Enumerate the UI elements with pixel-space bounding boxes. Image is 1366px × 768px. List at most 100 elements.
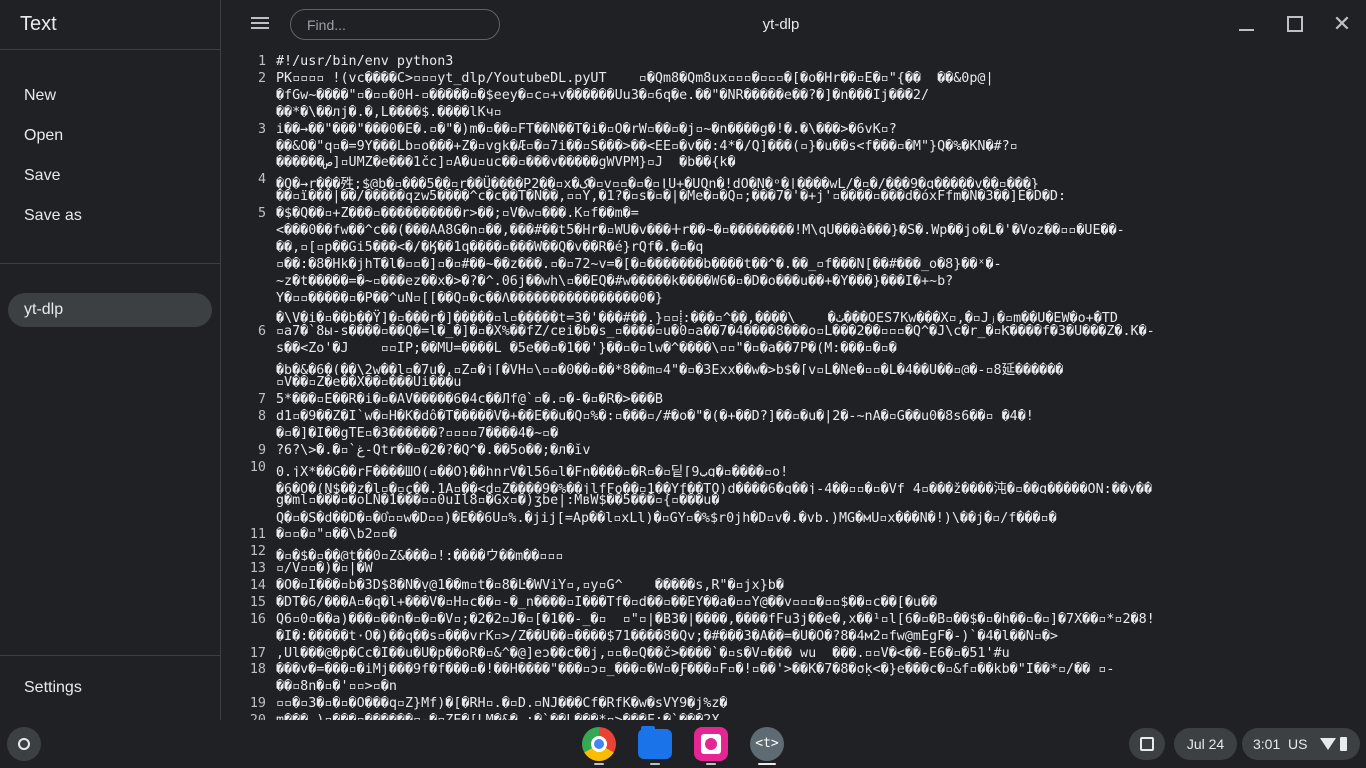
editor-line[interactable]: 6 ▫a7�`8ы-s����▫��Q�=l�_�]�▫�X%��fZ/cɐi�b… [222, 324, 1366, 341]
line-text[interactable]: <���0��fw��^c��(���ÁA8G�n▫��,���#��t5�Hr… [276, 223, 1362, 238]
editor-line[interactable]: Q�▫�S�d��D�▫�0͛▫▫w�D▫▫)�E��6U▫%.�jij[=Ap… [222, 510, 1366, 527]
editor-line[interactable]: 5 �$�Q��▫+Z���▫����������r>��;▫V�w▫���.K▫… [222, 206, 1366, 223]
editor-line[interactable]: g�ml▫���▫�oLN�1���▫▫0uIl8▫�Gx▫�)ʒbe|:MвW… [222, 493, 1366, 510]
line-text[interactable]: �fGw~����"▫�▫▫�0H-▫�����▫�$eey�▫c▫+v����… [276, 88, 1362, 103]
maximize-icon[interactable] [1283, 12, 1307, 36]
line-text[interactable]: ��,▫[▫p��Gi5���<�/�Ӄ��1q����▫���W��Q�v��… [276, 240, 1362, 255]
editor-line[interactable]: 2 PK▫▫▫▫ !(vc����C>▫▫▫yt_dlp/YoutubeDL.py… [222, 71, 1366, 88]
files-icon[interactable] [638, 726, 672, 759]
editor-line[interactable]: �\V�i�▫��b��Ÿ]�▫���r�]�����▫l▫�����t=3�'… [222, 308, 1366, 325]
line-text[interactable]: ��▫8n�▫�'▫▫>▫�n [276, 679, 1362, 694]
line-text[interactable]: 5*���▫E��R�i�▫�AV�����6�4c��Лf@`▫�.▫�-�▫… [276, 392, 1362, 407]
editor-line[interactable]: 11 �▫▫�▫"▫��\b2▫▫� [222, 527, 1366, 544]
line-text[interactable]: i��→��"���"���0�E�.▫�"�)m�▫��▫FT��N��T�i… [276, 122, 1362, 137]
open-file-item[interactable]: yt-dlp [8, 293, 212, 327]
line-text[interactable]: ?6?\>�.�▫`غ-Qtr��▫�2�?�Q^�.��5o��;�л�ĭv [276, 443, 1362, 458]
editor-line[interactable]: ��▫8n�▫�'▫▫>▫�n [222, 679, 1366, 696]
line-text[interactable]: �DT�6/���A▫�q�l+���V�▫H▫c��▫-�_n����▫I��… [276, 595, 1362, 610]
line-text[interactable]: ,Ul���@�p�Cc�I��u�U�p��oR�▫&^�@]eɔ��c��j… [276, 646, 1362, 661]
line-text[interactable]: Q�▫�S�d��D�▫�0͛▫▫w�D▫▫)�E��6U▫%.�jij[=Ap… [276, 510, 1362, 526]
line-text[interactable]: �O�▫I���▫b�3D$8�N̆�ṿ@1��m▫t�▫8�Ŀ�WViY▫,▫… [276, 578, 1362, 593]
editor-line[interactable]: 3 i��→��"���"���0�E�.▫�"�)m�▫��▫FT��N��T�… [222, 122, 1366, 139]
line-text[interactable]: ▫��:�8�Hk�jhT�l�▫▫�]▫�▫#��~��z���.▫�▫72~… [276, 257, 1362, 272]
editor-line[interactable]: ▫V��▫Z�e��X��▫���Ui���u [222, 375, 1366, 392]
line-text[interactable]: Q6▫0▫��a)���▫��n�▫�▫�V▫;�2�2▫J�▫[�1��-_�… [276, 612, 1362, 627]
editor-line[interactable]: 16 Q6▫0▫��a)���▫��n�▫�▫�V▫;�2�2▫J�▫[�1��-… [222, 612, 1366, 629]
line-text[interactable]: �Ï�:�����t·O�)��q��s▫���vrK▫>/Z��U��▫���… [276, 629, 1362, 644]
menu-settings[interactable]: Settings [24, 679, 82, 697]
line-text[interactable]: �$�Q��▫+Z���▫����������r>��;▫V�w▫���.K▫f… [276, 206, 1362, 221]
line-text[interactable]: �\V�i�▫��b��Ÿ]�▫���r�]�����▫l▫�����t=3�'… [276, 308, 1362, 325]
line-text[interactable]: �b�&�6�(��\2w��l▫�7u�,▫Z▫�j[�VH▫\▫▫�0��▫… [276, 358, 1362, 375]
editor-line[interactable]: ��,▫[▫p��Gi5���<�/�Ӄ��1q����▫���W��Q�v��… [222, 240, 1366, 257]
line-text[interactable]: PK▫▫▫▫ !(vc����C>▫▫▫yt_dlp/YoutubeDL.pyU… [276, 71, 1362, 86]
editor-line[interactable]: s��<Zo'�J ▫▫IP;��MU=����L �5e��▫�1��'}��… [222, 341, 1366, 358]
line-text[interactable]: �▫�$�▫��@t��0▫Z&���▫!:����ウ��m��▫▫▫ [276, 544, 1362, 561]
editor-line[interactable]: �fGw~����"▫�▫▫�0H-▫�����▫�$eey�▫c▫+v����… [222, 88, 1366, 105]
line-text[interactable]: �Q�→r���殅;$@b�▫���5��▫r��Ü����P2��▫x�ک�▫… [276, 172, 1362, 189]
editor-line[interactable]: 18 ���v�=���▫�iMj���9f�f���▫�!��H����"���… [222, 662, 1366, 679]
line-text[interactable]: m���.)▫���▫������▫-�▫ZE�[LM�&�.;�`��L���… [276, 713, 1362, 720]
date-display[interactable]: Jul 24 [1174, 728, 1237, 760]
menu-save[interactable]: Save [24, 167, 60, 185]
line-text[interactable]: Y�▫▫�����▫�P��^uN▫[[��Q▫�c��Λ�����������… [276, 291, 1362, 306]
menu-save-as[interactable]: Save as [24, 207, 82, 225]
line-text[interactable]: ��&O�"q▫�=9Y���Lb▫o���+Z�▫vgk�Æ▫�▫7i��▫S… [276, 139, 1362, 154]
line-text[interactable]: ▫▫�▫3�▫�▫�O���q▫Z}Mf)�[�RH▫.�▫D.▫NJ���Cf… [276, 696, 1362, 711]
line-text[interactable]: ��▫ï���|��/�����qzw5����^c�c��T�N��,▫▫Ÿ,… [276, 189, 1362, 204]
editor-line[interactable]: 20 m���.)▫���▫������▫-�▫ZE�[LM�&�.;�`��L�… [222, 713, 1366, 720]
editor-line[interactable]: 15 �DT�6/���A▫�q�l+���V�▫H▫c��▫-�_n����▫I… [222, 595, 1366, 612]
line-text[interactable]: s��<Zo'�J ▫▫IP;��MU=����L �5e��▫�1��'}��… [276, 341, 1362, 356]
line-text[interactable]: d1▫�9��Z�I`w�▫H�K�dô�T�����V�+��E��u�Q▫%… [276, 409, 1362, 424]
editor-line[interactable]: ��▫ï���|��/�����qzw5����^c�c��T�N��,▫▫Ÿ,… [222, 189, 1366, 206]
editor-line[interactable]: 12 �▫�$�▫��@t��0▫Z&���▫!:����ウ��m��▫▫▫ [222, 544, 1366, 561]
editor-line[interactable]: 13 ▫/V▫▫�)�▫|�W [222, 561, 1366, 578]
editor-line[interactable]: 14 �O�▫I���▫b�3D$8�N̆�ṿ@1��m▫t�▫8�Ŀ�WViY▫… [222, 578, 1366, 595]
editor-line[interactable]: 1 #!/usr/bin/env python3 [222, 54, 1366, 71]
editor-line[interactable]: ~z�t�����=�~▫���ez��x�>�?�^.06j��wh\▫��E… [222, 274, 1366, 291]
editor-line[interactable]: 9 ?6?\>�.�▫`غ-Qtr��▫�2�?�Q^�.��5o��;�л�ĭv [222, 443, 1366, 460]
launcher-icon[interactable] [7, 727, 41, 761]
editor-line[interactable]: 7 5*���▫E��R�i�▫�AV�����6�4c��Лf@`▫�.▫�-�… [222, 392, 1366, 409]
close-icon[interactable]: ✕ [1330, 12, 1354, 36]
find-input[interactable] [290, 9, 500, 40]
editor-line[interactable]: Y�▫▫�����▫�P��^uN▫[[��Q▫�c��Λ�����������… [222, 291, 1366, 308]
editor-line[interactable]: <���0��fw��^c��(���ÁA8G�n▫��,���#��t5�Hr… [222, 223, 1366, 240]
editor-line[interactable]: 4 �Q�→r���殅;$@b�▫���5��▫r��Ü����P2��▫x�ک�… [222, 172, 1366, 189]
line-text[interactable]: ���v�=���▫�iMj���9f�f���▫�!��H����"���▫ɔ… [276, 662, 1362, 677]
editor-line[interactable]: ��*�\��лj�.�,L����$.����lKч▫ [222, 105, 1366, 122]
text-app-icon[interactable]: <t> [750, 727, 784, 761]
line-text[interactable]: #!/usr/bin/env python3 [276, 54, 1362, 69]
editor-line[interactable]: �▫�]�I��gTE▫�3������?▫▫▫▫7����4�~▫� [222, 426, 1366, 443]
gallery-icon[interactable] [694, 727, 728, 761]
editor-line[interactable]: 10 0.jX*��G��rF����ШO(▫��O}��hnrV�l56▫l�F… [222, 460, 1366, 477]
editor-line[interactable]: 19 ▫▫�▫3�▫�▫�O���q▫Z}Mf)�[�RH▫.�▫D.▫NJ���… [222, 696, 1366, 713]
editor-line[interactable]: �b�&�6�(��\2w��l▫�7u�,▫Z▫�j[�VH▫\▫▫�0��▫… [222, 358, 1366, 375]
minimize-icon[interactable] [1235, 12, 1259, 36]
menu-icon[interactable] [249, 14, 271, 34]
line-text[interactable]: ~z�t�����=�~▫���ez��x�>�?�^.06j��wh\▫��E… [276, 274, 1362, 289]
menu-new[interactable]: New [24, 87, 56, 105]
clipboard-icon[interactable] [1129, 728, 1165, 760]
line-text[interactable]: �6�O�(N$��z�l▫�▫c��.1A▫��<d▫Z����9�%��jl… [276, 477, 1362, 494]
chrome-icon[interactable] [582, 727, 616, 761]
editor-line[interactable]: ▫��:�8�Hk�jhT�l�▫▫�]▫�▫#��~��z���.▫�▫72~… [222, 257, 1366, 274]
line-text[interactable]: �▫▫�▫"▫��\b2▫▫� [276, 527, 1362, 542]
editor-line[interactable]: 8 d1▫�9��Z�I`w�▫H�K�dô�T�����V�+��E��u�Q▫… [222, 409, 1366, 426]
text-editor[interactable]: 1 #!/usr/bin/env python3 2 PK▫▫▫▫ !(vc����C… [222, 49, 1366, 720]
editor-line[interactable]: �6�O�(N$��z�l▫�▫c��.1A▫��<d▫Z����9�%��jl… [222, 477, 1366, 494]
line-text[interactable]: ��*�\��лj�.�,L����$.����lKч▫ [276, 105, 1362, 120]
editor-line[interactable]: �Ï�:�����t·O�)��q��s▫���vrK▫>/Z��U��▫���… [222, 629, 1366, 646]
line-text[interactable]: g�ml▫���▫�oLN�1���▫▫0uIl8▫�Gx▫�)ʒbe|:MвW… [276, 493, 1362, 508]
status-area[interactable]: 3:01 US [1242, 728, 1360, 760]
editor-line[interactable]: ������ص]▫UMZ�e���1čc]▫A�u▫uc��▫���v�����… [222, 155, 1366, 172]
editor-line[interactable]: 17 ,Ul���@�p�Cc�I��u�U�p��oR�▫&^�@]eɔ��c�… [222, 646, 1366, 663]
line-text[interactable]: ������ص]▫UMZ�e���1čc]▫A�u▫uc��▫���v�����… [276, 155, 1362, 170]
editor-line[interactable]: ��&O�"q▫�=9Y���Lb▫o���+Z�▫vgk�Æ▫�▫7i��▫S… [222, 139, 1366, 156]
menu-open[interactable]: Open [24, 127, 63, 145]
line-text[interactable]: ▫/V▫▫�)�▫|�W [276, 561, 1362, 576]
line-text[interactable]: 0.jX*��G��rF����ШO(▫��O}��hnrV�l56▫l�Fn�… [276, 460, 1362, 477]
line-text[interactable]: ▫a7�`8ы-s����▫��Q�=l�_�]�▫�X%��fZ/cɐi�b�… [276, 324, 1362, 339]
line-text[interactable]: ▫V��▫Z�e��X��▫���Ui���u [276, 375, 1362, 390]
line-text[interactable]: �▫�]�I��gTE▫�3������?▫▫▫▫7����4�~▫� [276, 426, 1362, 441]
